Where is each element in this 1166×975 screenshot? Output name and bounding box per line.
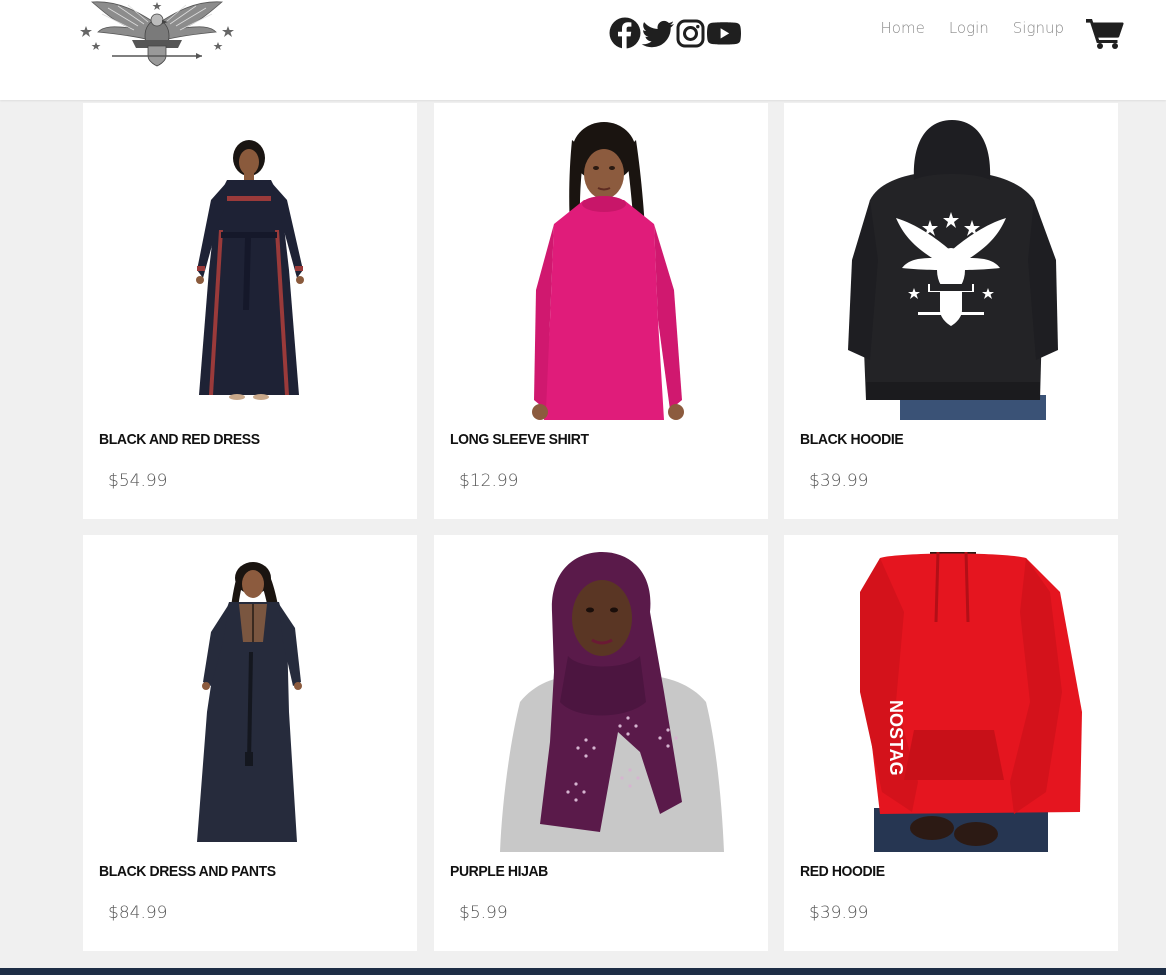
- product-name[interactable]: Black Hoodie: [800, 430, 904, 447]
- product-price: $39.99: [809, 903, 869, 923]
- product-price: $39.99: [809, 471, 869, 491]
- youtube-icon[interactable]: [706, 17, 742, 49]
- product-price: $5.99: [459, 903, 508, 923]
- product-card[interactable]: Black Hoodie $39.99: [784, 103, 1118, 519]
- nav-home-link[interactable]: Home: [881, 19, 925, 37]
- black-hoodie-photo[interactable]: [800, 120, 1102, 420]
- product-name[interactable]: Purple Hijab: [450, 862, 548, 879]
- product-card[interactable]: Purple Hijab $5.99: [434, 535, 768, 951]
- site-header: Home Login Signup: [0, 0, 1166, 100]
- product-price: $84.99: [108, 903, 168, 923]
- twitter-icon[interactable]: [641, 17, 675, 49]
- facebook-icon[interactable]: [609, 17, 641, 49]
- social-links: [609, 16, 742, 50]
- product-card[interactable]: Long Sleeve Shirt $12.99: [434, 103, 768, 519]
- product-card[interactable]: Black Dress and Pants $84.99: [83, 535, 417, 951]
- product-card[interactable]: NOSTAG Red Hoodie $39.99: [784, 535, 1118, 951]
- black-red-dress-photo[interactable]: [99, 120, 401, 420]
- product-price: $12.99: [459, 471, 519, 491]
- nav-signup-link[interactable]: Signup: [1013, 19, 1064, 37]
- purple-hijab-photo[interactable]: [450, 552, 752, 852]
- main-nav: Home Login Signup: [857, 19, 1064, 37]
- product-name[interactable]: Red Hoodie: [800, 862, 885, 879]
- product-name[interactable]: Black Dress and Pants: [99, 862, 276, 879]
- site-footer: [0, 968, 1166, 975]
- pink-long-sleeve-shirt-photo[interactable]: [450, 120, 752, 420]
- eagle-crest-logo[interactable]: [78, 0, 236, 70]
- product-name[interactable]: Black and Red Dress: [99, 430, 260, 447]
- red-hoodie-photo[interactable]: NOSTAG: [800, 552, 1102, 852]
- nav-login-link[interactable]: Login: [949, 19, 989, 37]
- svg-text:NOSTAG: NOSTAG: [886, 700, 906, 776]
- shopping-cart-icon[interactable]: [1086, 17, 1124, 49]
- black-dress-pants-photo[interactable]: [99, 552, 401, 852]
- instagram-icon[interactable]: [675, 17, 706, 49]
- product-name[interactable]: Long Sleeve Shirt: [450, 430, 589, 447]
- product-card[interactable]: Black and Red Dress $54.99: [83, 103, 417, 519]
- product-price: $54.99: [108, 471, 168, 491]
